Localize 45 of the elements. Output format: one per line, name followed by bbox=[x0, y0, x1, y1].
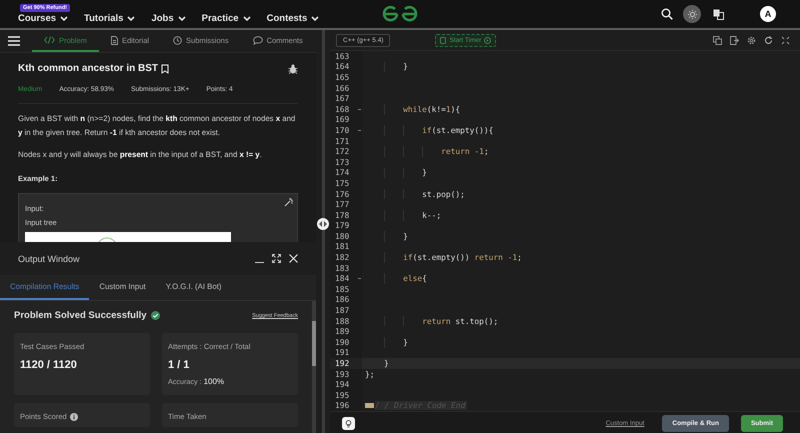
scrollbar-thumb[interactable] bbox=[312, 321, 316, 366]
sun-icon bbox=[688, 10, 696, 18]
nav-menu-item[interactable]: Contests bbox=[266, 13, 320, 24]
copy-icon[interactable] bbox=[713, 36, 722, 44]
fold-marker[interactable] bbox=[365, 403, 374, 408]
menu-icon[interactable] bbox=[8, 36, 20, 46]
drag-arrows-icon bbox=[319, 221, 327, 227]
nav-menu-item[interactable]: Jobs bbox=[151, 13, 186, 24]
close-icon[interactable] bbox=[289, 254, 298, 264]
problem-title: Kth common ancestor in BST bbox=[18, 63, 158, 74]
chevron-down-icon bbox=[178, 16, 186, 22]
window-title: Output Window bbox=[18, 254, 80, 264]
chevron-down-icon bbox=[60, 16, 68, 22]
search-icon[interactable] bbox=[661, 8, 673, 20]
expand-icon[interactable] bbox=[272, 254, 281, 264]
chevron-down-icon bbox=[311, 16, 320, 22]
document-icon bbox=[110, 36, 118, 44]
info-icon[interactable] bbox=[70, 412, 78, 421]
check-circle-icon bbox=[150, 311, 160, 320]
user-avatar[interactable]: A bbox=[760, 6, 776, 22]
clock-icon bbox=[173, 36, 182, 44]
sparkle-icon[interactable] bbox=[284, 197, 294, 207]
result-status: Problem Solved Successfully bbox=[14, 310, 147, 322]
card-value: 1120 / 1120 bbox=[20, 359, 78, 372]
refresh-icon[interactable] bbox=[764, 36, 773, 44]
logo-icon[interactable] bbox=[382, 5, 418, 23]
hint-button[interactable] bbox=[342, 417, 355, 430]
lightbulb-icon bbox=[344, 419, 353, 428]
chevron-down-icon bbox=[242, 16, 251, 22]
resize-handle[interactable] bbox=[317, 218, 329, 230]
timer-icon bbox=[440, 36, 446, 44]
chat-icon bbox=[252, 36, 263, 44]
card-value: 1 / 1 bbox=[168, 359, 190, 372]
file-icon[interactable] bbox=[730, 36, 739, 44]
fullscreen-icon[interactable] bbox=[781, 36, 790, 44]
chevron-down-icon bbox=[127, 16, 136, 22]
code-icon bbox=[44, 36, 55, 44]
nav-menu-item[interactable]: Courses bbox=[18, 13, 68, 24]
theme-toggle[interactable] bbox=[683, 5, 701, 23]
nav-menu-item[interactable]: Practice bbox=[202, 13, 251, 24]
play-icon bbox=[484, 36, 492, 44]
bug-icon[interactable] bbox=[288, 64, 298, 74]
settings-icon[interactable] bbox=[747, 36, 756, 44]
nav-menu-item[interactable]: Tutorials bbox=[84, 13, 136, 24]
bookmark-icon[interactable] bbox=[161, 64, 170, 74]
